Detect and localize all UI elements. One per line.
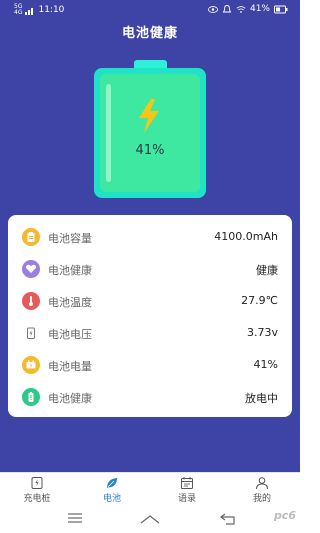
battery-status-icon: [22, 388, 40, 406]
signal-icon: [25, 7, 34, 15]
wifi-icon: [236, 5, 246, 13]
info-label: 电池电压: [48, 328, 92, 341]
info-label: 电池容量: [48, 232, 92, 245]
info-value: 41%: [253, 358, 278, 371]
info-row-health: 电池健康 健康: [8, 254, 292, 284]
home-icon[interactable]: [140, 513, 160, 525]
info-value: 27.9℃: [241, 294, 278, 307]
status-time: 11:10: [38, 5, 65, 15]
clipboard-icon: [22, 228, 40, 246]
tab-charger[interactable]: 充电桩: [17, 476, 57, 504]
status-battery-icon: [274, 5, 288, 13]
bell-icon: [222, 4, 232, 12]
tab-label: 我的: [252, 494, 271, 504]
tab-battery[interactable]: 电池: [92, 476, 132, 504]
thermometer-icon: [22, 292, 40, 310]
battery-shine: [106, 84, 111, 182]
tab-profile[interactable]: 我的: [242, 476, 282, 504]
page-title: 电池健康: [121, 26, 178, 41]
person-icon: [256, 477, 268, 490]
tab-quotes[interactable]: 语录: [167, 476, 207, 504]
eye-icon: [207, 5, 218, 13]
system-nav-bar: [0, 505, 300, 533]
tab-label: 电池: [102, 494, 121, 504]
back-icon[interactable]: [220, 513, 236, 525]
network-indicator: 5G 4G: [14, 4, 22, 16]
info-row-level: 电池电量 41%: [8, 350, 292, 380]
info-value: 4100.0mAh: [214, 230, 278, 243]
network-bottom-label: 4G: [14, 9, 23, 16]
info-row-capacity: 电池容量 4100.0mAh: [8, 222, 292, 252]
tab-label: 充电桩: [23, 494, 51, 504]
battery-level-icon: [22, 356, 40, 374]
battery-percent: 41%: [135, 143, 165, 158]
calendar-icon: [181, 477, 193, 489]
heart-icon: [22, 260, 40, 278]
info-label: 电池温度: [48, 296, 92, 309]
info-value: 健康: [256, 264, 278, 277]
bottom-nav: 充电桩 电池 语录 我的: [0, 472, 300, 505]
battery-info-card: 电池容量 4100.0mAh 电池健康 健康 电池温度 27.9℃ 电池电压 3…: [8, 215, 292, 417]
status-right: 41%: [207, 4, 288, 14]
leaf-icon: [107, 478, 117, 488]
status-battery-text: 41%: [249, 4, 270, 14]
info-row-voltage: 电池电压 3.73v: [8, 318, 292, 348]
info-value: 3.73v: [246, 326, 278, 339]
voltage-icon: [22, 324, 40, 342]
watermark: pc6: [273, 509, 296, 522]
info-row-status: 电池健康 放电中: [8, 382, 292, 412]
status-left: 5G 4G 11:10: [14, 4, 64, 16]
info-label: 电池健康: [48, 264, 92, 277]
menu-icon[interactable]: [67, 513, 83, 523]
tab-label: 语录: [177, 494, 196, 504]
info-value: 放电中: [245, 392, 278, 405]
status-bar: 5G 4G 11:10 41%: [0, 0, 300, 20]
info-label: 电池健康: [48, 392, 92, 405]
lightning-bolt-icon: [139, 99, 159, 133]
info-label: 电池电量: [48, 360, 92, 373]
info-row-temperature: 电池温度 27.9℃: [8, 286, 292, 316]
charger-icon: [31, 477, 43, 489]
